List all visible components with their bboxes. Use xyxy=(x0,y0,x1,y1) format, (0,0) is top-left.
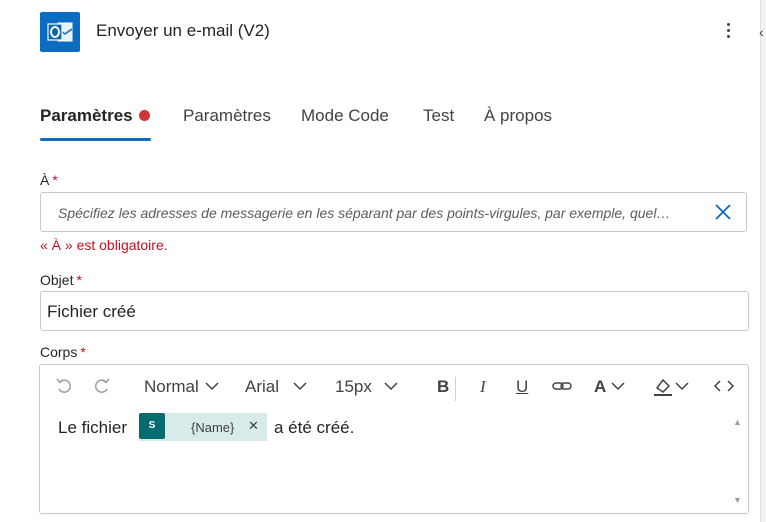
to-label: À * xyxy=(40,172,58,188)
scroll-up-icon[interactable]: ▲ xyxy=(733,417,742,427)
paragraph-style-dropdown[interactable]: Normal xyxy=(144,377,220,397)
remove-token-icon[interactable]: ✕ xyxy=(248,418,259,434)
tab-settings[interactable]: Paramètres xyxy=(183,106,271,126)
dynamic-content-token[interactable]: S {Name} ✕ xyxy=(139,413,267,441)
token-label: {Name} xyxy=(191,420,235,435)
subject-label: Objet * xyxy=(40,272,82,288)
chevron-down-icon xyxy=(384,382,398,391)
chevron-down-icon xyxy=(205,382,219,391)
code-view-icon[interactable] xyxy=(713,376,735,401)
redo-icon[interactable] xyxy=(92,376,112,401)
active-tab-indicator xyxy=(40,138,151,141)
body-content[interactable]: Le fichier S {Name} ✕ a été créé. xyxy=(40,409,730,513)
highlight-color-button[interactable] xyxy=(652,376,692,403)
italic-button[interactable]: I xyxy=(480,377,486,397)
error-indicator-icon xyxy=(139,110,150,121)
subject-field[interactable]: Fichier créé xyxy=(40,291,749,331)
to-placeholder: Spécifiez les adresses de messagerie en … xyxy=(58,205,671,221)
body-text: Le fichier xyxy=(58,418,127,437)
required-marker: * xyxy=(76,272,82,288)
toolbar-divider xyxy=(455,377,456,401)
more-options-button[interactable] xyxy=(718,20,738,44)
body-text: a été créé. xyxy=(274,418,355,437)
underline-button[interactable]: U xyxy=(516,377,528,397)
page-title: Envoyer un e-mail (V2) xyxy=(96,21,270,40)
font-color-button[interactable]: A xyxy=(594,377,626,397)
tab-test[interactable]: Test xyxy=(423,106,454,126)
chevron-left-icon[interactable]: ‹ xyxy=(759,24,764,40)
link-icon[interactable] xyxy=(551,376,573,401)
bold-button[interactable]: B xyxy=(437,377,449,397)
body-editor[interactable]: Normal Arial 15px B I U A Le fichier S {… xyxy=(39,364,749,514)
font-size-dropdown[interactable]: 15px xyxy=(335,377,403,397)
clear-icon[interactable] xyxy=(713,202,733,222)
required-marker: * xyxy=(80,344,86,360)
tab-parameters[interactable]: Paramètres xyxy=(40,106,133,126)
required-marker: * xyxy=(52,172,58,188)
outlook-icon xyxy=(40,12,80,52)
action-panel: Envoyer un e-mail (V2) Paramètres Paramè… xyxy=(0,0,760,522)
sharepoint-icon: S xyxy=(139,413,165,439)
tab-about[interactable]: À propos xyxy=(484,106,552,126)
subject-value: Fichier créé xyxy=(47,302,136,321)
to-error-message: « À » est obligatoire. xyxy=(40,237,168,253)
tab-code-view[interactable]: Mode Code xyxy=(301,106,389,126)
to-field[interactable]: Spécifiez les adresses de messagerie en … xyxy=(40,192,747,232)
chevron-down-icon xyxy=(611,382,625,391)
undo-icon[interactable] xyxy=(54,376,74,401)
body-label: Corps * xyxy=(40,344,86,360)
scroll-down-icon[interactable]: ▼ xyxy=(733,495,742,505)
font-dropdown[interactable]: Arial xyxy=(245,377,310,397)
chevron-down-icon xyxy=(293,382,307,391)
side-panel-edge xyxy=(760,0,766,522)
scrollbar[interactable]: ▲ ▼ xyxy=(730,409,747,513)
